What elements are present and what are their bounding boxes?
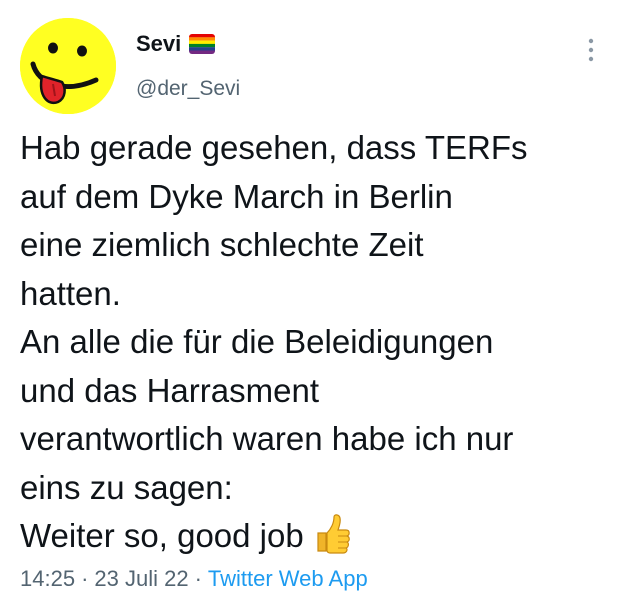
tweet-text-line: Weiter so, good job xyxy=(20,517,304,554)
tweet-text-line: und das Harrasment xyxy=(20,371,319,409)
tweet-text-line: verantwortlich waren habe ich nur xyxy=(20,420,514,457)
display-name[interactable]: Sevi xyxy=(136,31,181,57)
tweet-date[interactable]: 23 Juli 22 xyxy=(94,566,188,591)
tweet-meta: 14:25 · 23 Juli 22 · Twitter Web App xyxy=(20,564,368,594)
user-handle[interactable]: @der_Sevi xyxy=(136,76,240,102)
avatar[interactable] xyxy=(20,18,116,114)
source-app-link[interactable]: Twitter Web App xyxy=(208,566,368,591)
tweet-text-line: An alle die für die Beleidigungen xyxy=(20,323,494,360)
thumbs-up-icon xyxy=(312,513,352,555)
tweet-text-last-line: Weiter so, good job xyxy=(20,512,610,561)
vertical-dots-icon[interactable] xyxy=(581,36,601,64)
tweet-text: Hab gerade gesehen, dass TERFs auf dem D… xyxy=(20,124,610,561)
tweet-time[interactable]: 14:25 xyxy=(20,566,75,591)
tweet-text-line: hatten. xyxy=(20,274,121,312)
tweet-text-line: eine ziemlich schlechte Zeit xyxy=(20,226,424,263)
tweet-text-line: eins zu sagen: xyxy=(20,468,233,506)
separator-dot: · xyxy=(194,566,202,591)
separator-dot: · xyxy=(81,566,89,591)
rainbow-flag-icon xyxy=(189,34,216,54)
tweet-text-line: auf dem Dyke March in Berlin xyxy=(20,177,453,215)
smiley-tongue-icon xyxy=(20,18,116,114)
tweet-text-line: Hab gerade gesehen, dass TERFs xyxy=(20,129,528,166)
